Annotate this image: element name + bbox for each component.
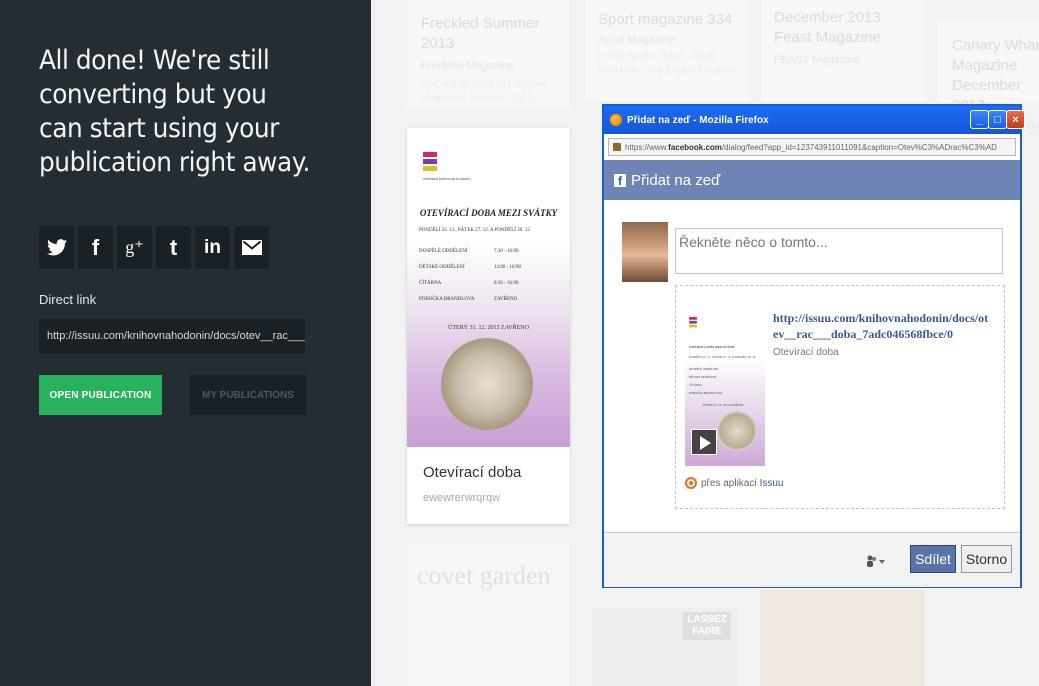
library-logo-icon — [689, 317, 697, 328]
share-buttons: f g⁺ t in — [39, 226, 269, 269]
thumb-row: DĚTSKÉ ODDĚLENÍ — [689, 375, 717, 379]
publication-title[interactable]: Otevírací doba — [423, 464, 521, 481]
card-title: Freckled Summer 2013 — [421, 15, 540, 52]
thumb-row: POBOČKA BRANDLOVA — [689, 391, 723, 395]
message-input[interactable]: Řekněte něco o tomto... — [675, 228, 1003, 274]
cover-row: ČÍTÁRNA 8:30 - 16:00 — [419, 281, 519, 286]
privacy-selector-icon[interactable] — [866, 555, 886, 570]
success-message: All done! We're still converting but you… — [39, 45, 310, 178]
thumb-row: DOSPĚLÉ ODDĚLENÍ — [689, 367, 719, 371]
minimize-icon[interactable]: _ — [970, 110, 989, 129]
via-text: přes aplikaci — [701, 477, 757, 489]
url-bar[interactable]: https://www. facebook.com/dialog/feed?app… — [608, 138, 1016, 156]
card-title: Sport magazine 334 — [598, 11, 733, 28]
cover-subheading: PONDĚLÍ 23. 12., PÁTEK 27. 12. A PONDĚLÍ… — [419, 228, 531, 233]
thumb-row: ČÍTÁRNA — [689, 383, 703, 387]
card-publisher: Sport Magazine — [598, 34, 676, 46]
play-icon[interactable] — [691, 429, 717, 455]
cover-footer: ÚTERÝ 31. 12. 2013 ZAVŘENO — [448, 325, 529, 331]
direct-link-field[interactable]: http://issuu.com/knihovnahodonin/docs/ot… — [39, 319, 305, 354]
card-title: December 2013 Feast Magazine — [774, 9, 881, 46]
url-domain: facebook.com — [668, 142, 722, 152]
lock-icon — [613, 143, 621, 151]
publication-cover[interactable]: městská knihovna hodonín OTEVÍRACÍ DOBA … — [407, 128, 570, 447]
cancel-button[interactable]: Storno — [961, 545, 1012, 573]
window-title: Přidat na zeď - Mozilla Firefox — [627, 114, 769, 126]
maximize-icon[interactable]: □ — [988, 110, 1007, 129]
cover-heading: OTEVÍRACÍ DOBA MEZI SVÁTKY — [419, 208, 558, 218]
facebook-icon: f — [614, 173, 626, 187]
publication-subtitle: ewewrerwrqrqw — [423, 492, 501, 504]
url-rest: /dialog/feed?app_id=123743911011091&capt… — [721, 142, 997, 152]
background-card[interactable]: Canary Wharf Magazine December 2013 Runw… — [938, 20, 1039, 132]
firefox-icon — [610, 114, 622, 126]
cover-library: městská knihovna hodonín — [423, 176, 471, 181]
background-card[interactable]: Freckled Summer 2013 Freckled Magazine T… — [407, 0, 570, 108]
email-icon[interactable] — [234, 226, 269, 269]
close-icon[interactable]: × — [1006, 110, 1025, 129]
via-app: přes aplikaci Issuu — [685, 477, 784, 489]
background-card[interactable] — [760, 590, 925, 686]
share-dialog-window: Přidat na zeď - Mozilla Firefox _ □ × ht… — [602, 104, 1025, 588]
publication-card[interactable]: městská knihovna hodonín OTEVÍRACÍ DOBA … — [407, 128, 570, 524]
background-card[interactable]: December 2013 Feast Magazine FEAST Magaz… — [762, 0, 925, 100]
card-desc: In this week's Sport: David Beckham - th… — [598, 51, 735, 76]
window-titlebar[interactable]: Přidat na zeď - Mozilla Firefox _ □ × — [604, 106, 1025, 134]
preview-link[interactable]: http://issuu.com/knihovnahodonin/docs/ot… — [773, 310, 993, 342]
thumb-heading: OTEVÍRACÍ DOBA MEZI SVÁTKY — [689, 345, 735, 349]
thumb-subheading: PONDĚLÍ 23. 12., PÁTEK 27. 12. A PONDĚLÍ… — [689, 355, 757, 359]
winter-plate-image — [441, 338, 533, 430]
background-card[interactable]: LASSEZ FAIRE — [592, 608, 737, 686]
dialog-footer: Sdílet Storno — [604, 532, 1020, 587]
background-card[interactable]: covet garden — [407, 545, 570, 686]
preview-thumbnail[interactable]: OTEVÍRACÍ DOBA MEZI SVÁTKY PONDĚLÍ 23. 1… — [685, 311, 765, 466]
url-prefix: https://www. — [625, 142, 669, 152]
via-app-link[interactable]: Issuu — [760, 478, 784, 489]
library-logo-icon — [423, 152, 437, 171]
link-preview: OTEVÍRACÍ DOBA MEZI SVÁTKY PONDĚLÍ 23. 1… — [675, 285, 1005, 509]
card-title: LASSEZ FAIRE — [683, 612, 731, 640]
twitter-icon[interactable] — [39, 226, 74, 269]
card-publisher: Freckled Magazine — [421, 60, 514, 72]
my-publications-button[interactable]: MY PUBLICATIONS — [190, 375, 306, 415]
linkedin-icon[interactable]: in — [195, 226, 230, 269]
card-title: covet garden — [417, 561, 551, 590]
direct-link-label: Direct link — [39, 292, 97, 307]
open-publication-button[interactable]: OPEN PUBLICATION — [39, 375, 162, 415]
dialog-title: Přidat na zeď — [631, 171, 721, 189]
card-desc: The eighth issue of Freckled Magazine, S… — [421, 79, 547, 104]
avatar — [622, 222, 668, 282]
left-panel: All done! We're still converting but you… — [0, 0, 371, 686]
dialog-header: f Přidat na zeď — [604, 160, 1020, 200]
background-card[interactable]: Sport magazine 334 Sport Magazine In thi… — [586, 0, 749, 100]
issuu-icon — [685, 477, 697, 489]
cover-row: DOSPĚLÉ ODDĚLENÍ 7:30 - 16:00 — [419, 249, 519, 254]
cover-row: POBOČKA BRANDLOVA ZAVŘENO — [419, 297, 518, 302]
tumblr-icon[interactable]: t — [156, 226, 191, 269]
facebook-icon[interactable]: f — [78, 226, 113, 269]
cover-row: DĚTSKÉ ODDĚLENÍ 12:00 - 16:00 — [419, 265, 521, 270]
thumb-footer: ÚTERÝ 31. 12. 2013 ZAVŘENO — [703, 403, 744, 407]
card-publisher: FEAST Magazine — [774, 54, 861, 66]
google-plus-icon[interactable]: g⁺ — [117, 226, 152, 269]
share-button[interactable]: Sdílet — [910, 545, 956, 573]
thumb-plate-image — [717, 411, 757, 451]
preview-description: Otevírací doba — [773, 347, 839, 358]
